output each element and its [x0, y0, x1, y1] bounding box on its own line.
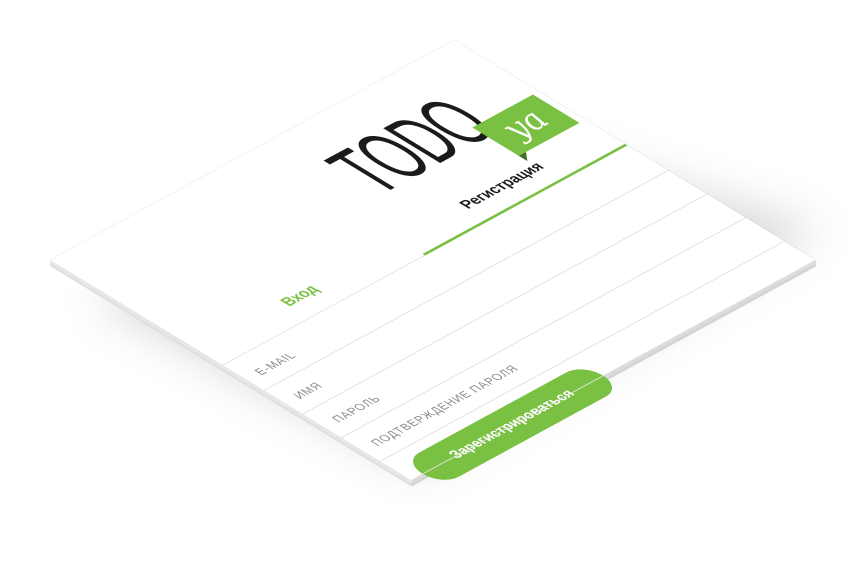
mockup-scene: TODO ya Вход Регистрация Зарегистрироват…	[0, 0, 856, 562]
